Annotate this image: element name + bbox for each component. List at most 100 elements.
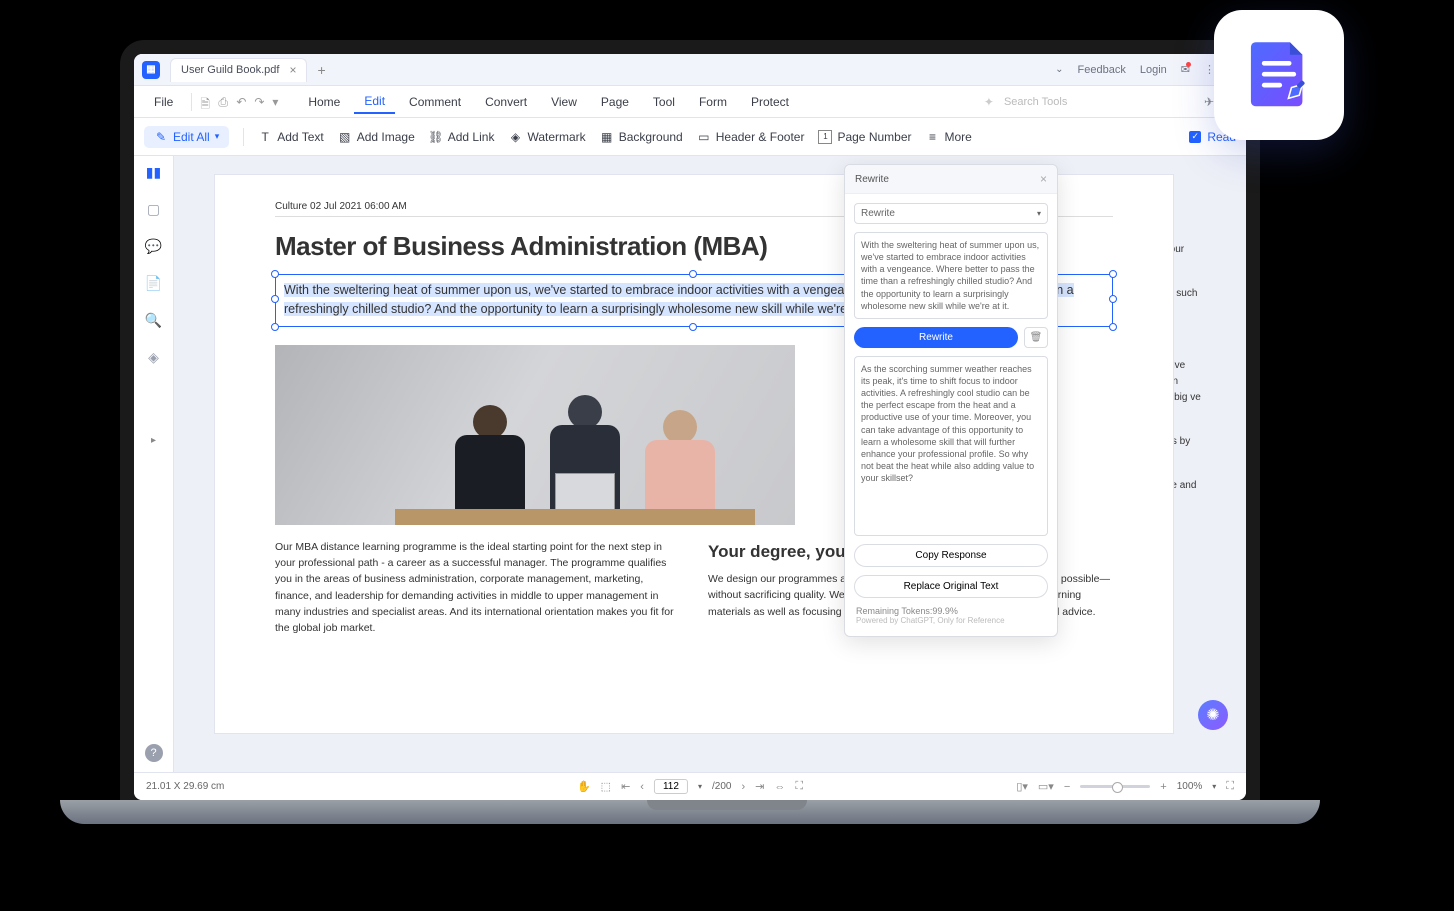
resize-handle[interactable] — [689, 270, 697, 278]
more-menu-icon[interactable]: ⋮ — [1204, 63, 1214, 76]
pencil-icon: ✎ — [154, 130, 168, 144]
delete-icon[interactable]: 🗑 — [1024, 327, 1048, 348]
add-text-button[interactable]: T Add Text — [258, 130, 323, 144]
fullscreen-icon[interactable]: ⛶ — [1226, 780, 1234, 793]
powered-by: Powered by ChatGPT, Only for Reference — [856, 616, 1046, 625]
rewrite-panel: Rewrite × Rewrite ▾ With the sweltering … — [844, 164, 1058, 637]
dropdown-icon[interactable]: ⌄ — [1055, 64, 1063, 75]
menu-convert[interactable]: Convert — [475, 91, 537, 113]
more-button[interactable]: ≡ More — [926, 130, 972, 144]
edit-all-button[interactable]: ✎ Edit All ▾ — [144, 126, 229, 148]
comments-icon[interactable]: 💬 — [145, 238, 162, 255]
page-dimensions: 21.01 X 29.69 cm — [146, 781, 224, 792]
menu-page[interactable]: Page — [591, 91, 639, 113]
doc-column-1: Our MBA distance learning programme is t… — [275, 539, 680, 637]
resize-handle[interactable] — [271, 295, 279, 303]
select-tool-icon[interactable]: ⬚ — [601, 780, 611, 793]
menu-tool[interactable]: Tool — [643, 91, 685, 113]
resize-handle[interactable] — [271, 270, 279, 278]
zoom-slider[interactable] — [1080, 785, 1150, 788]
lightbulb-icon: ✦ — [984, 95, 994, 109]
header-footer-icon: ▭ — [697, 130, 711, 144]
statusbar: 21.01 X 29.69 cm ✋ ⬚ ⇤ ‹ ▾ /200 › ⇥ ⇔ ⛶ … — [134, 772, 1246, 800]
menu-edit[interactable]: Edit — [354, 90, 395, 114]
dropdown-qa-icon[interactable]: ▾ — [272, 95, 286, 109]
read-checkbox[interactable]: ✓ — [1189, 131, 1201, 143]
menu-protect[interactable]: Protect — [741, 91, 799, 113]
resize-handle[interactable] — [1109, 295, 1117, 303]
header-footer-button[interactable]: ▭ Header & Footer — [697, 130, 805, 144]
ai-assistant-badge[interactable]: ✺ — [1198, 700, 1228, 730]
page-number-icon: 1 — [818, 130, 832, 144]
app-logo-icon: ▦ — [142, 61, 160, 79]
watermark-button[interactable]: ◈ Watermark — [508, 130, 585, 144]
search-tools-input[interactable] — [1004, 96, 1104, 108]
copy-response-button[interactable]: Copy Response — [854, 544, 1048, 567]
menu-file[interactable]: File — [144, 91, 183, 113]
page-number-button[interactable]: 1 Page Number — [818, 130, 911, 144]
layers-icon[interactable]: ◈ — [148, 349, 159, 366]
save-icon[interactable]: 🗎 — [200, 95, 214, 109]
zoom-in-icon[interactable]: + — [1160, 781, 1166, 793]
text-icon: T — [258, 130, 272, 144]
close-panel-icon[interactable]: × — [1040, 172, 1047, 186]
help-icon[interactable]: ? — [145, 744, 163, 762]
last-page-icon[interactable]: ⇥ — [755, 780, 764, 793]
product-icon-badge — [1214, 10, 1344, 140]
rewrite-panel-title: Rewrite — [855, 174, 889, 185]
next-page-icon[interactable]: › — [741, 781, 745, 793]
add-tab-button[interactable]: + — [317, 62, 325, 78]
rewrite-input[interactable]: With the sweltering heat of summer upon … — [854, 232, 1048, 319]
fit-page-icon[interactable]: ⛶ — [795, 780, 803, 793]
add-image-button[interactable]: ▧ Add Image — [338, 130, 415, 144]
background-icon: ▦ — [600, 130, 614, 144]
share-icon[interactable]: ✈ — [1204, 95, 1214, 109]
undo-icon[interactable]: ↶ — [236, 95, 250, 109]
zoom-dropdown-icon[interactable]: ▾ — [1212, 782, 1216, 791]
rewrite-mode-select[interactable]: Rewrite ▾ — [854, 203, 1048, 224]
resize-handle[interactable] — [1109, 323, 1117, 331]
more-icon: ≡ — [926, 130, 940, 144]
menu-form[interactable]: Form — [689, 91, 737, 113]
watermark-icon: ◈ — [508, 130, 522, 144]
add-link-button[interactable]: ⛓ Add Link — [429, 130, 495, 144]
view-mode-1-icon[interactable]: ▯▾ — [1016, 780, 1028, 793]
total-pages: /200 — [712, 781, 731, 792]
zoom-level: 100% — [1177, 781, 1203, 792]
background-button[interactable]: ▦ Background — [600, 130, 683, 144]
menu-home[interactable]: Home — [298, 91, 350, 113]
image-icon: ▧ — [338, 130, 352, 144]
notification-icon[interactable]: ✉ — [1181, 63, 1190, 76]
view-mode-2-icon[interactable]: ▭▾ — [1038, 780, 1054, 793]
page-input-dropdown-icon[interactable]: ▾ — [698, 782, 702, 791]
chevron-down-icon: ▾ — [1037, 209, 1041, 218]
zoom-out-icon[interactable]: − — [1064, 781, 1070, 793]
hand-tool-icon[interactable]: ✋ — [577, 780, 591, 793]
search-icon[interactable]: 🔍 — [145, 312, 162, 329]
page-number-input[interactable] — [654, 779, 688, 794]
feedback-link[interactable]: Feedback — [1078, 64, 1126, 76]
prev-page-icon[interactable]: ‹ — [640, 781, 644, 793]
sidebar-expand-icon[interactable]: ▸ — [151, 435, 156, 446]
redo-icon[interactable]: ↷ — [254, 95, 268, 109]
menu-view[interactable]: View — [541, 91, 587, 113]
menubar: File 🗎 ⎙ ↶ ↷ ▾ Home Edit Comment Convert… — [134, 86, 1246, 118]
first-page-icon[interactable]: ⇤ — [621, 780, 630, 793]
login-link[interactable]: Login — [1140, 64, 1167, 76]
close-tab-icon[interactable]: × — [289, 63, 296, 77]
sidebar-left: ▮▮ ▢ 💬 📄 🔍 ◈ ▸ ? — [134, 156, 174, 772]
doc-hero-image — [275, 345, 795, 525]
replace-text-button[interactable]: Replace Original Text — [854, 575, 1048, 598]
document-tab[interactable]: User Guild Book.pdf × — [170, 58, 307, 82]
fit-width-icon[interactable]: ⇔ — [774, 781, 785, 793]
bookmarks-icon[interactable]: ▢ — [147, 201, 160, 218]
rewrite-output: As the scorching summer weather reaches … — [854, 356, 1048, 536]
rewrite-button[interactable]: Rewrite — [854, 327, 1018, 348]
resize-handle[interactable] — [1109, 270, 1117, 278]
resize-handle[interactable] — [271, 323, 279, 331]
resize-handle[interactable] — [689, 323, 697, 331]
menu-comment[interactable]: Comment — [399, 91, 471, 113]
thumbnails-icon[interactable]: ▮▮ — [146, 164, 161, 181]
print-icon[interactable]: ⎙ — [218, 95, 232, 109]
attachments-icon[interactable]: 📄 — [145, 275, 162, 292]
